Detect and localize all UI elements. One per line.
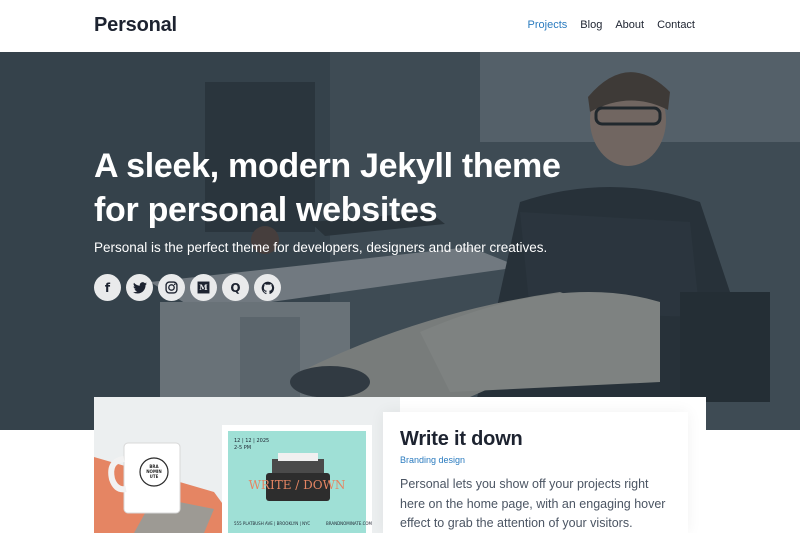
project-category[interactable]: Branding design bbox=[400, 455, 671, 465]
quora-icon[interactable]: Q bbox=[222, 274, 249, 301]
main-nav: Projects Blog About Contact bbox=[528, 19, 695, 31]
nav-about[interactable]: About bbox=[615, 19, 644, 31]
site-header: Personal Projects Blog About Contact bbox=[0, 0, 800, 52]
project-title[interactable]: Write it down bbox=[400, 428, 671, 451]
hero-subtitle: Personal is the perfect theme for develo… bbox=[94, 240, 548, 255]
svg-text:WRITE / DOWN: WRITE / DOWN bbox=[249, 478, 346, 492]
svg-text:BRANDNOMINATE.COM: BRANDNOMINATE.COM bbox=[326, 521, 373, 526]
github-icon[interactable] bbox=[254, 274, 281, 301]
project-mockup-illustration: BRA NOMIN UTE 12 | 12 | 2025 2-5 PM WRIT… bbox=[94, 397, 400, 533]
site-brand[interactable]: Personal bbox=[94, 14, 177, 37]
medium-icon[interactable]: M bbox=[190, 274, 217, 301]
project-description: Personal lets you show off your projects… bbox=[400, 477, 666, 530]
hero-title-line-2: for personal websites bbox=[94, 191, 438, 229]
project-image[interactable]: BRA NOMIN UTE 12 | 12 | 2025 2-5 PM WRIT… bbox=[94, 397, 400, 533]
svg-text:2-5 PM: 2-5 PM bbox=[234, 445, 251, 451]
hero-section: A sleek, modern Jekyll theme for persona… bbox=[0, 52, 800, 430]
social-links: f M Q bbox=[94, 274, 281, 301]
nav-contact[interactable]: Contact bbox=[657, 19, 695, 31]
svg-text:12 | 12 | 2025: 12 | 12 | 2025 bbox=[234, 438, 269, 444]
nav-projects[interactable]: Projects bbox=[528, 19, 568, 31]
svg-text:M: M bbox=[199, 283, 208, 292]
hero-title-line-1: A sleek, modern Jekyll theme bbox=[94, 147, 561, 185]
instagram-icon[interactable] bbox=[158, 274, 185, 301]
svg-text:UTE: UTE bbox=[150, 474, 159, 479]
nav-blog[interactable]: Blog bbox=[580, 19, 602, 31]
facebook-icon[interactable]: f bbox=[94, 274, 121, 301]
twitter-icon[interactable] bbox=[126, 274, 153, 301]
project-info: Write it down Branding design Personal l… bbox=[383, 412, 688, 533]
svg-text:555 PLATBUSH AVE | BROOKLYN |: 555 PLATBUSH AVE | BROOKLYN | NYC bbox=[234, 521, 310, 526]
hero-title: A sleek, modern Jekyll theme for persona… bbox=[94, 144, 564, 232]
